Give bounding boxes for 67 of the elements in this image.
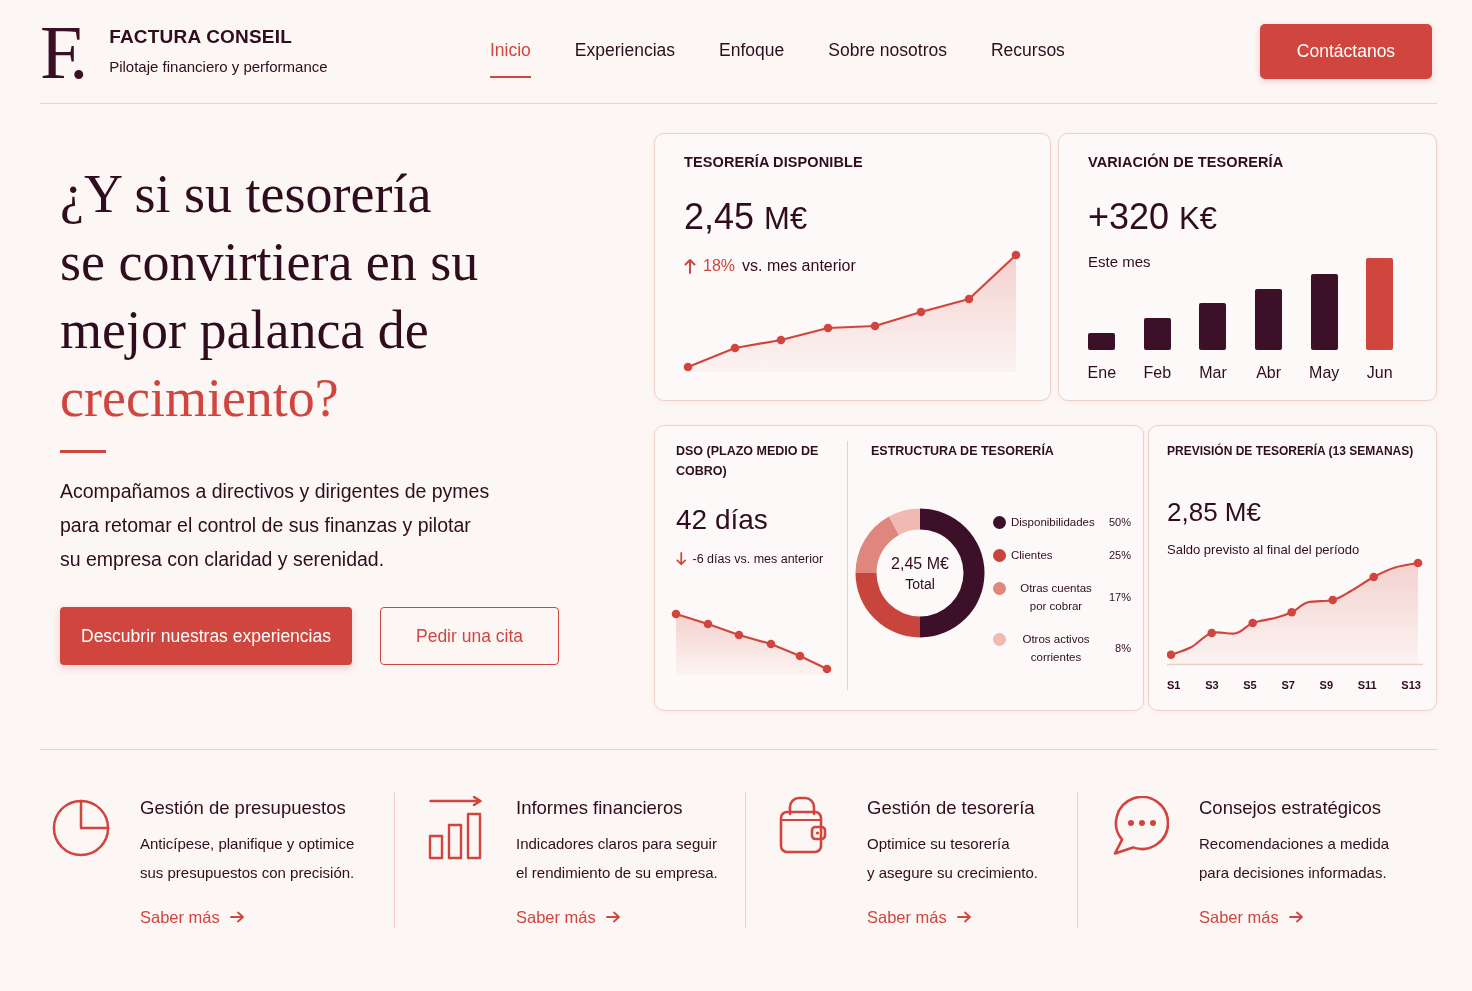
- service-title: Informes financieros: [516, 797, 683, 819]
- axis-label: S7: [1281, 678, 1295, 692]
- arrow-right-icon: [605, 911, 620, 923]
- legend-percent: 17%: [1108, 590, 1131, 604]
- donut-total-label: Total: [905, 575, 935, 593]
- service-description: Indicadores claros para seguir el rendimiento de su empresa.: [516, 834, 718, 883]
- kpi-value: +320 K€: [1088, 197, 1217, 239]
- nav-link[interactable]: Sobre nosotros: [828, 25, 947, 78]
- legend-label: Otros activos corrientes: [1021, 632, 1091, 665]
- service-description: Anticípese, planifique y optimice sus presupuestos con precisión.: [140, 834, 355, 883]
- contact-button[interactable]: Contáctanos: [1260, 24, 1432, 79]
- axis-label: S3: [1205, 678, 1219, 692]
- arrow-right-icon: [229, 911, 244, 923]
- nav-link[interactable]: Enfoque: [719, 25, 785, 78]
- card-title: DSO (PLAZO MEDIO DE COBRO): [676, 443, 820, 480]
- service-title: Gestión de presupuestos: [140, 797, 346, 819]
- arrow-right-icon: [1288, 911, 1303, 923]
- legend-percent: 8%: [1115, 641, 1131, 655]
- month-label: Jun: [1366, 364, 1393, 382]
- learn-more-link[interactable]: Saber más: [1199, 907, 1303, 927]
- bar-chart-arrow-icon: [428, 796, 484, 860]
- brand-name: FACTURA CONSEIL: [109, 26, 293, 49]
- experiences-button[interactable]: Descubrir nuestras experiencias: [60, 607, 352, 665]
- card-title: PREVISIÓN DE TESORERÍA (13 SEMANAS): [1167, 442, 1414, 460]
- nav-link[interactable]: Recursos: [990, 25, 1065, 78]
- axis-label: S9: [1319, 678, 1334, 692]
- axis-label: S13: [1401, 678, 1421, 692]
- month-label: Abr: [1256, 364, 1282, 382]
- axis-label: S5: [1243, 678, 1257, 692]
- logo-mark: F.: [40, 18, 82, 87]
- service-description: Recomendaciones a medida para decisiones informadas.: [1199, 834, 1390, 883]
- axis-label: S11: [1357, 678, 1377, 692]
- legend-percent: 50%: [1108, 515, 1131, 529]
- arrow-right-icon: [956, 911, 971, 923]
- kpi-caption: Este mes: [1088, 252, 1151, 271]
- card-title: TESORERÍA DISPONIBLE: [684, 153, 863, 172]
- learn-more-link[interactable]: Saber más: [516, 907, 620, 927]
- hero-heading: ¿Y si su tesorería se convirtiera en su mejor palanca de crecimiento?: [60, 163, 479, 430]
- hero-text: Acompañamos a directivos y dirigentes de pymes para retomar el control de sus finanzas y pilotar su empresa con claridad y serenidad.: [60, 479, 490, 572]
- legend-label: Otras cuentas por cobrar: [1019, 581, 1093, 614]
- legend-label: Clientes: [1011, 548, 1053, 563]
- service-title: Consejos estratégicos: [1199, 797, 1381, 819]
- kpi-value: 2,85 M€: [1167, 497, 1261, 527]
- nav-link[interactable]: Experiencias: [574, 25, 676, 78]
- wallet-icon: [779, 796, 827, 854]
- brand-tagline: Pilotaje financiero y performance: [109, 58, 328, 77]
- donut-total-value: 2,45 M€: [891, 553, 949, 573]
- nav-link[interactable]: Inicio: [490, 25, 531, 78]
- card-title: VARIACIÓN DE TESORERÍA: [1088, 152, 1284, 172]
- appointment-button[interactable]: Pedir una cita: [380, 607, 559, 665]
- month-label: Mar: [1199, 364, 1227, 382]
- learn-more-link[interactable]: Saber más: [140, 907, 244, 927]
- change-note: -6 días vs. mes anterior: [692, 551, 824, 567]
- kpi-value: 42 días: [676, 504, 768, 536]
- month-label: Feb: [1143, 364, 1172, 382]
- kpi-caption: Saldo previsto al final del período: [1167, 541, 1360, 558]
- card-title: ESTRUCTURA DE TESORERÍA: [871, 442, 1054, 460]
- kpi-value: 2,45 M€: [684, 197, 808, 239]
- axis-label: S1: [1167, 678, 1181, 692]
- learn-more-link[interactable]: Saber más: [867, 907, 971, 927]
- month-label: May: [1309, 364, 1340, 382]
- service-title: Gestión de tesorería: [867, 797, 1035, 819]
- legend-label: Disponibilidades: [1011, 515, 1095, 530]
- chat-bubble-icon: [1111, 796, 1169, 856]
- service-description: Optimice su tesorería y asegure su crecimiento.: [867, 834, 1038, 883]
- month-label: Ene: [1087, 364, 1117, 382]
- legend-percent: 25%: [1108, 548, 1131, 562]
